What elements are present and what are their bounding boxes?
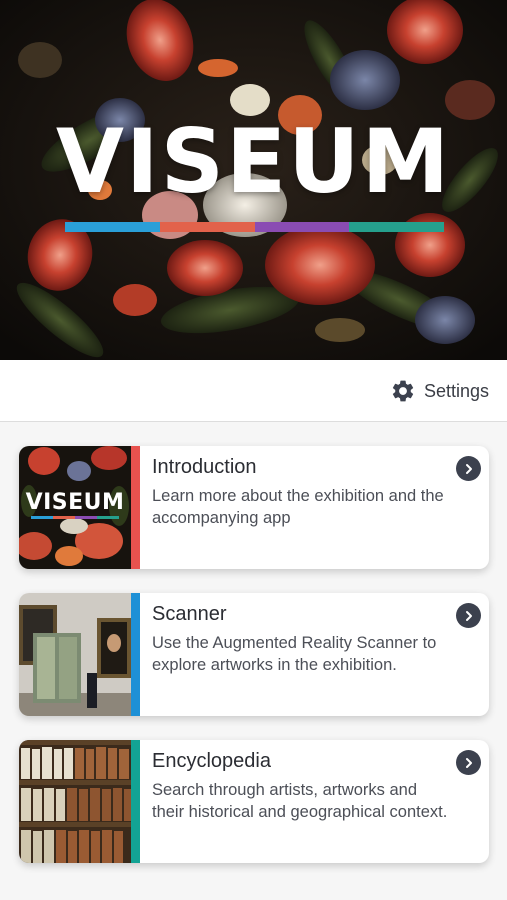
scanner-thumbnail bbox=[19, 593, 131, 716]
gear-icon bbox=[392, 380, 414, 402]
encyclopedia-title: Encyclopedia bbox=[152, 750, 271, 772]
chevron-right-icon bbox=[456, 750, 481, 775]
introduction-card[interactable]: VISEUM Introduction Learn more about the… bbox=[19, 446, 489, 569]
thumbnail-logo: VISEUM bbox=[25, 490, 125, 515]
encyclopedia-card[interactable]: Encyclopedia Search through artists, art… bbox=[19, 740, 489, 863]
app-logo: VISEUM bbox=[55, 110, 452, 213]
logo-color-stripe bbox=[65, 222, 444, 232]
encyclopedia-thumbnail-image bbox=[19, 740, 131, 863]
introduction-thumbnail: VISEUM bbox=[19, 446, 131, 569]
introduction-description: Learn more about the exhibition and the … bbox=[152, 487, 444, 527]
scanner-title: Scanner bbox=[152, 603, 227, 625]
encyclopedia-thumbnail bbox=[19, 740, 131, 863]
chevron-right-icon bbox=[456, 456, 481, 481]
chevron-right-icon bbox=[456, 603, 481, 628]
stripe-segment-purple bbox=[254, 222, 350, 232]
settings-label: Settings bbox=[423, 380, 489, 401]
stripe-segment-teal bbox=[349, 222, 444, 232]
hero-banner: VISEUM bbox=[0, 0, 507, 360]
scanner-thumbnail-image bbox=[19, 593, 131, 716]
encyclopedia-accent-bar bbox=[131, 740, 140, 863]
scanner-card[interactable]: Scanner Use the Augmented Reality Scanne… bbox=[19, 593, 489, 716]
scanner-description: Use the Augmented Reality Scanner to exp… bbox=[152, 634, 437, 674]
stripe-segment-orange bbox=[159, 222, 255, 232]
stripe-segment-blue bbox=[65, 222, 160, 232]
settings-bar: Settings bbox=[0, 360, 507, 422]
encyclopedia-description: Search through artists, artworks and the… bbox=[152, 781, 448, 821]
thumbnail-color-stripe bbox=[31, 516, 119, 519]
scanner-accent-bar bbox=[131, 593, 140, 716]
settings-button[interactable]: Settings bbox=[390, 378, 489, 404]
introduction-accent-bar bbox=[131, 446, 140, 569]
introduction-title: Introduction bbox=[152, 456, 257, 478]
